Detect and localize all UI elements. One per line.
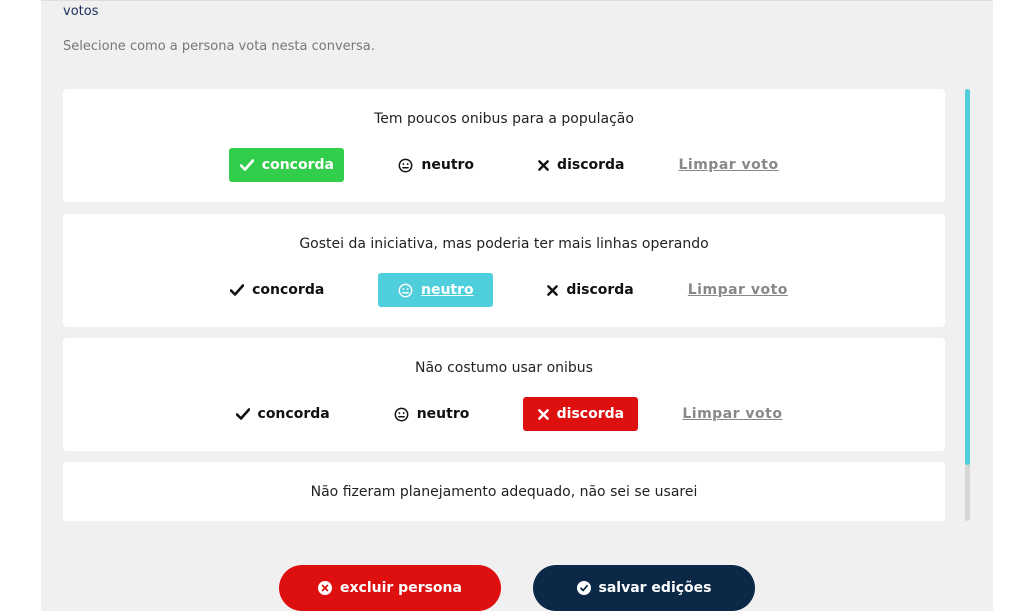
- clear-vote-link[interactable]: Limpar voto: [682, 406, 782, 422]
- vote-agree-label: concorda: [257, 406, 330, 422]
- scrollbar-thumb[interactable]: [965, 89, 970, 465]
- save-edits-label: salvar edições: [598, 580, 712, 596]
- comment-card: Tem poucos onibus para a população conco…: [63, 89, 945, 202]
- comment-card: Gostei da iniciativa, mas poderia ter ma…: [63, 214, 945, 327]
- vote-options: concorda neutro discorda Limpar voto: [63, 397, 945, 431]
- clear-vote-link[interactable]: Limpar voto: [679, 157, 779, 173]
- vote-pass-label: neutro: [416, 406, 470, 422]
- vote-disagree-label: discorda: [556, 406, 625, 422]
- vote-options: concorda neutro discorda Limpar voto: [63, 273, 945, 307]
- comment-text: Não fizeram planejamento adequado, não s…: [310, 484, 698, 500]
- vote-disagree-label: discorda: [566, 282, 634, 298]
- smiley-neutral-icon: [394, 407, 409, 422]
- vote-pass-label: neutro: [420, 282, 474, 298]
- comment-text: Não costumo usar onibus: [415, 360, 593, 376]
- comments-list[interactable]: Tem poucos onibus para a população conco…: [63, 89, 945, 521]
- save-edits-button[interactable]: salvar edições: [533, 565, 755, 611]
- x-icon: [537, 408, 549, 420]
- delete-persona-label: excluir persona: [340, 580, 462, 596]
- comment-text: Tem poucos onibus para a população: [374, 111, 634, 127]
- x-icon: [538, 159, 549, 171]
- smiley-neutral-icon: [398, 158, 413, 173]
- vote-disagree-button[interactable]: discorda: [528, 148, 634, 182]
- vote-options: concorda neutro discorda Limpar voto: [63, 148, 945, 182]
- vote-pass-label: neutro: [421, 157, 475, 173]
- vote-agree-label: concorda: [261, 157, 334, 173]
- vote-agree-button[interactable]: concorda: [229, 148, 345, 182]
- comment-card: Não fizeram planejamento adequado, não s…: [63, 462, 945, 521]
- comment-text: Gostei da iniciativa, mas poderia ter ma…: [299, 236, 709, 252]
- section-title: votos: [63, 4, 99, 19]
- vote-pass-button[interactable]: neutro: [388, 148, 484, 182]
- vote-agree-button[interactable]: concorda: [226, 397, 340, 431]
- vote-disagree-button[interactable]: discorda: [537, 273, 643, 307]
- vote-pass-button[interactable]: neutro: [384, 397, 480, 431]
- smiley-neutral-icon: [398, 283, 413, 298]
- x-icon: [547, 284, 559, 296]
- scrollbar-track[interactable]: [965, 89, 970, 521]
- clear-vote-link[interactable]: Limpar voto: [688, 282, 788, 298]
- vote-agree-button[interactable]: concorda: [220, 273, 334, 307]
- persona-panel: votos Selecione como a persona vota nest…: [41, 0, 993, 611]
- vote-pass-button[interactable]: neutro: [378, 273, 494, 307]
- section-description: Selecione como a persona vota nesta conv…: [63, 39, 375, 54]
- delete-persona-button[interactable]: excluir persona: [279, 565, 501, 611]
- vote-agree-label: concorda: [252, 282, 325, 298]
- circle-x-icon: [318, 581, 333, 595]
- vote-disagree-button[interactable]: discorda: [523, 397, 639, 431]
- circle-check-icon: [576, 581, 591, 595]
- check-icon: [230, 284, 245, 296]
- check-icon: [239, 159, 254, 171]
- comment-card: Não costumo usar onibus concorda neutro: [63, 338, 945, 451]
- vote-disagree-label: discorda: [557, 157, 625, 173]
- check-icon: [235, 408, 250, 420]
